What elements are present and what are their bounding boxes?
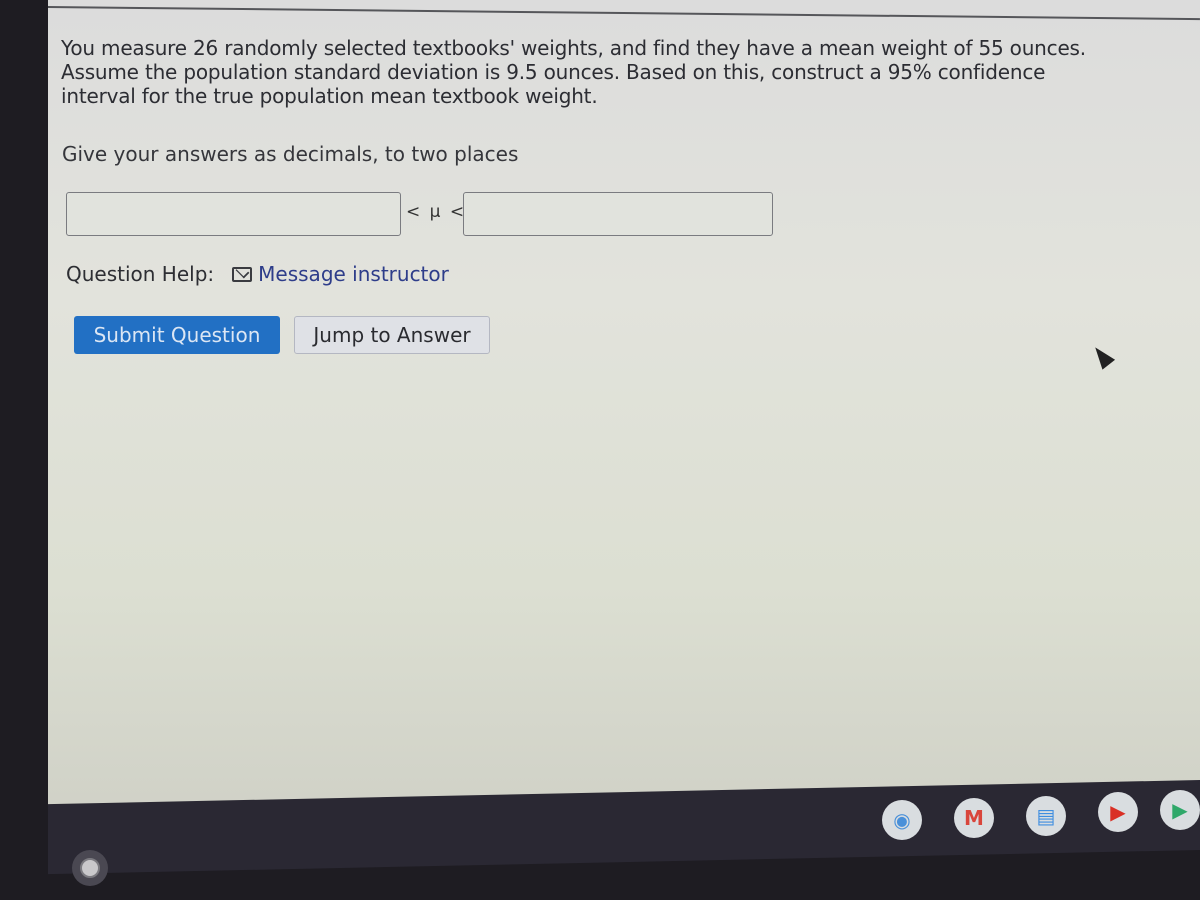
youtube-glyph: ▶ (1110, 800, 1126, 824)
mouse-cursor-icon (1088, 342, 1116, 370)
chrome-icon[interactable]: ◉ (882, 800, 922, 840)
answer-row: < μ < (66, 192, 826, 240)
launcher-button[interactable] (72, 850, 108, 886)
play-store-icon[interactable]: ▶ (1160, 790, 1200, 830)
docs-icon[interactable]: ▤ (1026, 796, 1066, 836)
submit-question-button[interactable]: Submit Question (74, 316, 280, 354)
jump-to-answer-button[interactable]: Jump to Answer (294, 316, 490, 354)
lower-bound-input[interactable] (66, 192, 401, 236)
instruction-text: Give your answers as decimals, to two pl… (62, 142, 519, 166)
question-help: Question Help: Message instructor (66, 262, 449, 286)
youtube-icon[interactable]: ▶ (1098, 792, 1138, 832)
mail-icon (232, 266, 253, 282)
gmail-icon[interactable]: M (954, 798, 994, 838)
play-store-glyph: ▶ (1172, 798, 1188, 822)
docs-glyph: ▤ (1036, 804, 1056, 828)
divider (47, 6, 1200, 21)
browser-content: You measure 26 randomly selected textboo… (47, 0, 1200, 836)
message-instructor-link[interactable]: Message instructor (258, 262, 449, 286)
mu-label: < μ < (406, 202, 467, 222)
upper-bound-input[interactable] (463, 192, 773, 236)
question-text: You measure 26 randomly selected textboo… (61, 36, 1086, 108)
launcher-icon (80, 858, 100, 878)
gmail-glyph: M (964, 806, 984, 830)
question-help-label: Question Help: (66, 262, 215, 286)
chrome-glyph: ◉ (893, 808, 911, 832)
